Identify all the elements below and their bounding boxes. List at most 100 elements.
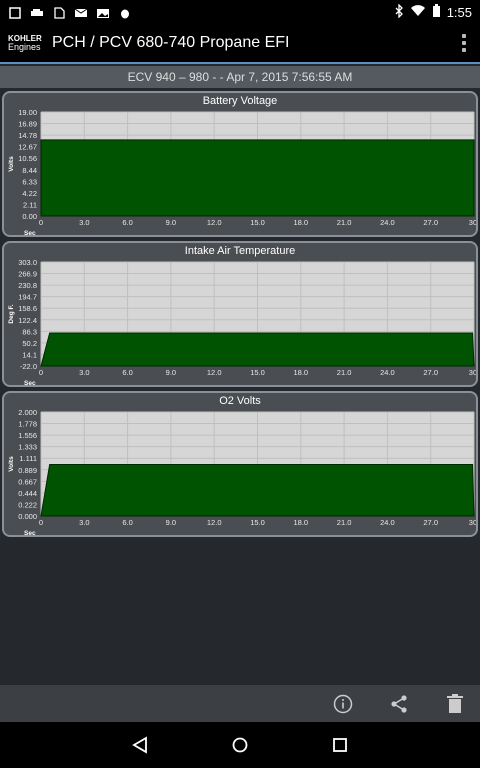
- battery-icon: [432, 3, 441, 21]
- chart-panel-intake-air-temperature: Intake Air Temperature 303.0 266.9 230.8 19…: [2, 241, 478, 387]
- status-bar: 1:55: [0, 0, 480, 24]
- y-tick-label: 14.78: [18, 131, 37, 140]
- info-button[interactable]: [330, 691, 356, 717]
- y-tick-label: 0.889: [18, 466, 37, 475]
- recents-icon: [333, 738, 347, 752]
- share-button[interactable]: [386, 691, 412, 717]
- sd-card-icon: [52, 6, 66, 19]
- x-tick-label: 27.0: [423, 368, 438, 377]
- bluetooth-icon: [394, 2, 404, 21]
- chart-svg: 19.00 16.89 14.78 12.67 10.56 8.44 6.33 4.22 2.1…: [8, 108, 476, 235]
- x-tick-label: 12.0: [207, 368, 222, 377]
- x-tick-label: 3.0: [79, 218, 89, 227]
- y-tick-label: 2.000: [18, 408, 37, 417]
- y-tick-label: 194.7: [18, 293, 37, 302]
- y-axis-label: Deg F.: [8, 304, 15, 323]
- y-tick-label: 86.3: [22, 327, 37, 336]
- y-tick-label: 1.778: [18, 420, 37, 429]
- data-area: [40, 464, 475, 517]
- chart-panel-battery-voltage: Battery Voltage 19.00 16.89 14.78 12.67 10.5…: [2, 91, 478, 237]
- x-tick-label: 21.0: [337, 218, 352, 227]
- x-tick-label: 15.0: [250, 218, 265, 227]
- chart-panel-o2-volts: O2 Volts 2.000 1.778 1.556 1.333 1.111 0.889 0…: [2, 391, 478, 537]
- x-tick-label: 12.0: [207, 218, 222, 227]
- y-tick-label: 14.1: [22, 350, 37, 359]
- share-icon: [391, 694, 407, 713]
- x-tick-label: 27.0: [423, 518, 438, 527]
- x-tick-label: 18.0: [293, 218, 308, 227]
- home-button[interactable]: [226, 731, 254, 759]
- session-subtitle: ECV 940 – 980 - - Apr 7, 2015 7:56:55 AM: [0, 66, 480, 88]
- y-tick-label: 0.222: [18, 500, 37, 509]
- x-tick-label: 18.0: [293, 368, 308, 377]
- app-title: PCH / PCV 680-740 Propane EFI: [52, 34, 290, 51]
- x-tick-label: 9.0: [166, 218, 176, 227]
- back-button[interactable]: [126, 731, 154, 759]
- y-tick-label: 0.00: [22, 212, 37, 221]
- x-axis-label: Sec: [24, 380, 36, 385]
- x-tick-label: 21.0: [337, 368, 352, 377]
- delete-button[interactable]: [442, 691, 468, 717]
- x-tick-label: 6.0: [122, 368, 132, 377]
- x-axis-label: Sec: [24, 230, 36, 235]
- tablet-icon: [8, 6, 22, 19]
- x-tick-label: 24.0: [380, 218, 395, 227]
- home-icon: [232, 737, 248, 753]
- y-axis-label: Volts: [8, 456, 15, 472]
- y-tick-label: 8.44: [22, 166, 37, 175]
- data-area: [40, 139, 475, 217]
- y-tick-label: 50.2: [22, 339, 37, 348]
- recents-button[interactable]: [326, 731, 354, 759]
- clock: 1:55: [446, 4, 472, 20]
- y-tick-label: 122.4: [18, 316, 37, 325]
- y-tick-label: -22.0: [20, 362, 37, 371]
- x-tick-label: 24.0: [380, 368, 395, 377]
- y-tick-label: 1.111: [19, 454, 37, 463]
- y-tick-label: 1.333: [18, 443, 37, 452]
- x-axis-label: Sec: [24, 530, 36, 535]
- x-tick-label: 30.: [469, 518, 476, 527]
- y-tick-label: 12.67: [18, 143, 37, 152]
- x-tick-label: 18.0: [293, 518, 308, 527]
- x-tick-label: 0: [39, 518, 43, 527]
- x-tick-label: 15.0: [250, 518, 265, 527]
- back-icon: [132, 736, 147, 754]
- bottom-action-bar: [0, 685, 480, 722]
- y-tick-label: 1.556: [18, 431, 37, 440]
- chart-svg: 303.0 266.9 230.8 194.7 158.6 122.4 86.3 50.2 14…: [8, 258, 476, 385]
- y-axis-label: Volts: [8, 156, 15, 172]
- chart-svg: 2.000 1.778 1.556 1.333 1.111 0.889 0.667 0.444…: [8, 408, 476, 535]
- y-tick-label: 4.22: [22, 189, 37, 198]
- x-tick-label: 9.0: [166, 368, 176, 377]
- x-tick-label: 30.: [469, 218, 476, 227]
- y-tick-label: 0.667: [18, 477, 37, 486]
- y-tick-label: 0.000: [18, 512, 37, 521]
- android-debug-icon: [118, 6, 132, 19]
- x-tick-label: 30.: [469, 368, 476, 377]
- car-icon: [30, 6, 44, 18]
- app-bar: KOHLER Engines PCH / PCV 680-740 Propane…: [0, 24, 480, 64]
- x-tick-label: 3.0: [79, 368, 89, 377]
- y-tick-label: 10.56: [18, 154, 37, 163]
- photo-icon: [96, 6, 110, 18]
- x-tick-label: 6.0: [122, 218, 132, 227]
- gmail-icon: [74, 6, 88, 18]
- system-nav-bar: [0, 722, 480, 768]
- x-tick-label: 21.0: [337, 518, 352, 527]
- y-tick-label: 0.444: [18, 489, 37, 498]
- notification-icons: [8, 6, 132, 19]
- x-tick-label: 0: [39, 368, 43, 377]
- y-tick-label: 303.0: [18, 258, 37, 267]
- kohler-logo: KOHLER Engines: [8, 34, 42, 52]
- y-tick-label: 6.33: [22, 177, 37, 186]
- y-tick-label: 19.00: [18, 108, 37, 117]
- data-area: [40, 332, 475, 367]
- y-tick-label: 266.9: [18, 270, 37, 279]
- y-tick-label: 2.11: [23, 200, 37, 209]
- y-tick-label: 158.6: [18, 304, 37, 313]
- y-tick-label: 16.89: [18, 120, 37, 129]
- trash-icon: [447, 693, 463, 713]
- x-tick-label: 9.0: [166, 518, 176, 527]
- overflow-menu-icon[interactable]: [456, 31, 472, 55]
- y-tick-label: 230.8: [18, 281, 37, 290]
